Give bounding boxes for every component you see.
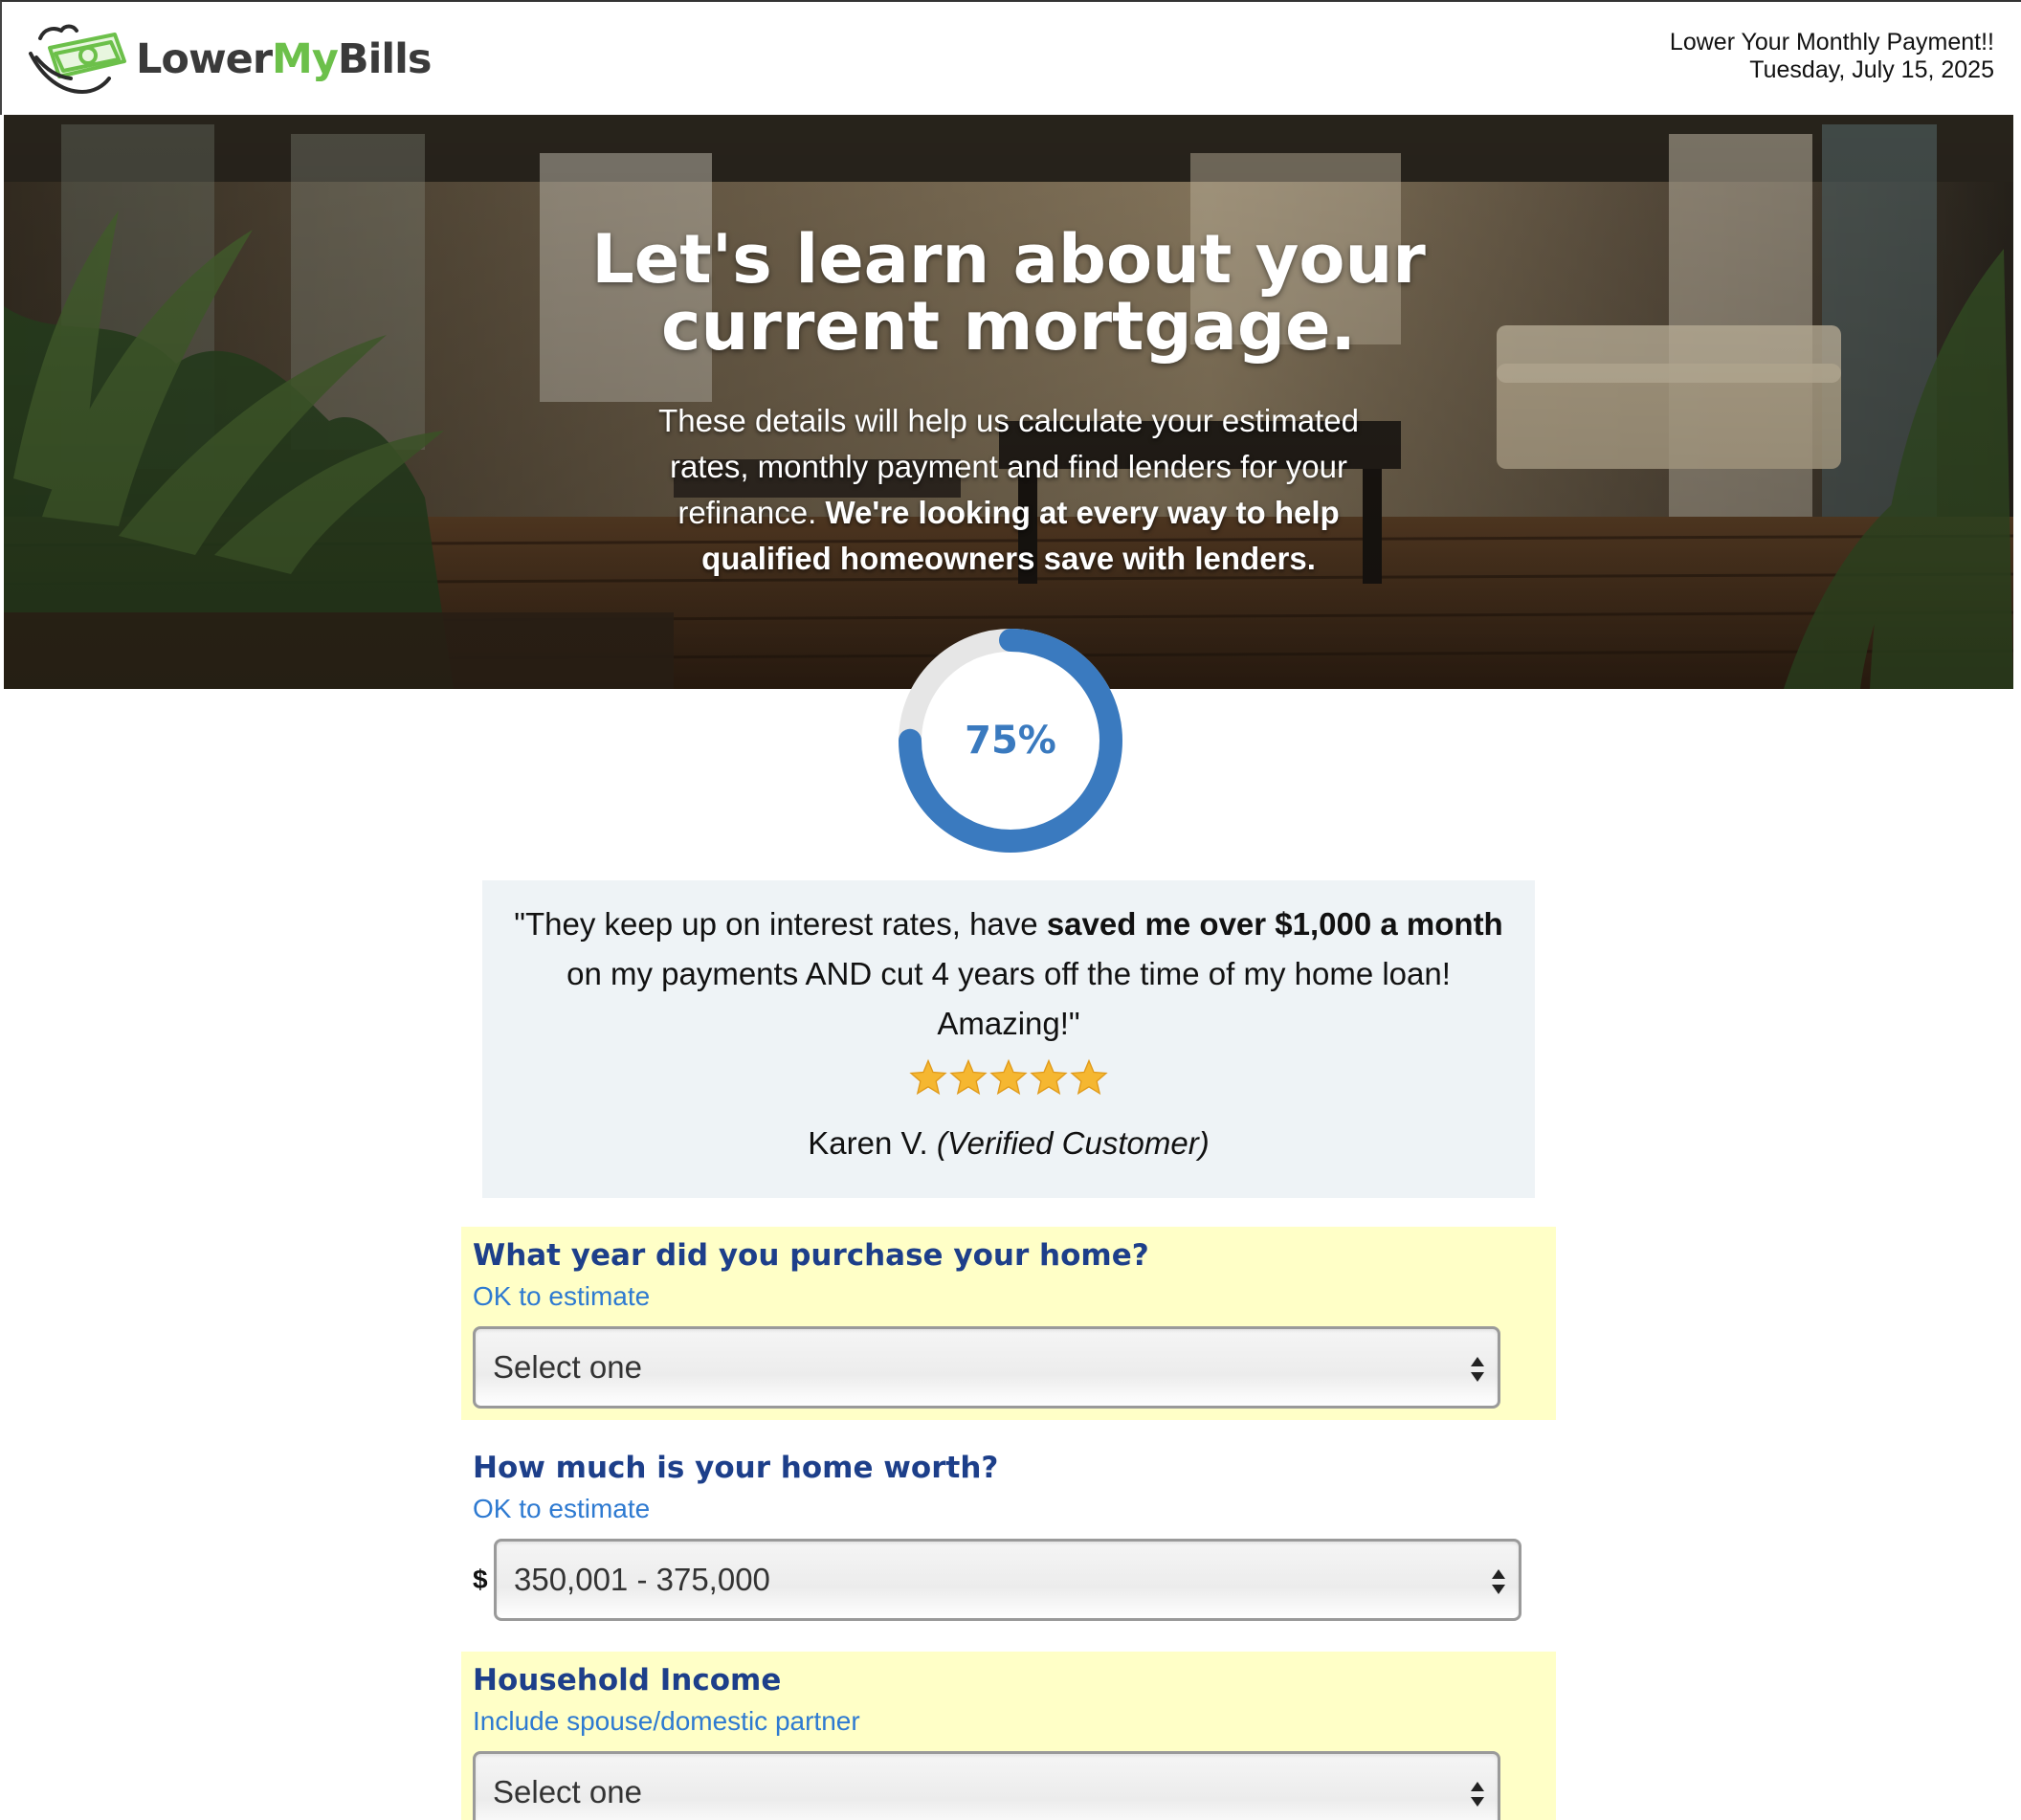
star-icon	[989, 1058, 1028, 1096]
hero-banner: Let's learn about your current mortgage.…	[4, 115, 2013, 689]
household-income-select[interactable]: Select one	[473, 1751, 1500, 1820]
quote-open: "They keep up on interest rates, have	[514, 906, 1038, 942]
hero-content: Let's learn about your current mortgage.…	[4, 115, 2013, 689]
logo[interactable]: LowerMyBills	[23, 19, 433, 100]
star-icon	[1070, 1058, 1108, 1096]
header-tagline: Lower Your Monthly Payment!!	[1669, 29, 1994, 55]
progress-ring: 75%	[898, 628, 1123, 854]
purchase-year-select[interactable]: Select one	[473, 1326, 1500, 1409]
reviewer-name: Karen V.	[808, 1125, 928, 1161]
question-hint: OK to estimate	[473, 1281, 651, 1311]
progress-percent: 75%	[965, 719, 1056, 763]
logo-text-bills: Bills	[337, 35, 433, 83]
question-purchase-year: What year did you purchase your home? OK…	[461, 1227, 1556, 1420]
page: LowerMyBills Lower Your Monthly Payment!…	[0, 0, 2021, 1820]
testimonial-quote: "They keep up on interest rates, have sa…	[501, 899, 1516, 1049]
home-worth-select[interactable]: 350,001 - 375,000	[494, 1539, 1521, 1621]
reviewer-verified: (Verified Customer)	[936, 1125, 1210, 1161]
star-icon	[909, 1058, 947, 1096]
select-value: Select one	[493, 1349, 642, 1385]
question-home-worth: How much is your home worth? OK to estim…	[461, 1439, 1556, 1632]
header-date: Tuesday, July 15, 2025	[1749, 56, 1994, 83]
reviewer: Karen V. (Verified Customer)	[501, 1125, 1516, 1162]
select-value: Select one	[493, 1774, 642, 1809]
select-arrows-icon	[1492, 1569, 1505, 1594]
question-household-income: Household Income Include spouse/domestic…	[461, 1652, 1556, 1820]
select-arrows-icon	[1471, 1782, 1484, 1807]
money-hand-icon	[29, 24, 126, 94]
select-value: 350,001 - 375,000	[514, 1562, 770, 1597]
question-label: How much is your home worth?	[473, 1451, 999, 1485]
question-label: Household Income	[473, 1663, 782, 1698]
testimonial-card: "They keep up on interest rates, have sa…	[482, 880, 1535, 1198]
question-label: What year did you purchase your home?	[473, 1238, 1149, 1273]
hero-title: Let's learn about your current mortgage.	[4, 226, 2013, 360]
quote-bold: saved me over $1,000 a month	[1046, 906, 1503, 942]
currency-symbol: $	[473, 1565, 488, 1594]
star-icon	[949, 1058, 988, 1096]
site-header: LowerMyBills Lower Your Monthly Payment!…	[0, 0, 2021, 115]
question-hint: OK to estimate	[473, 1494, 651, 1523]
logo-text-my: My	[272, 35, 339, 83]
hero-title-line2: current mortgage.	[660, 287, 1357, 366]
header-info: Lower Your Monthly Payment!! Tuesday, Ju…	[1670, 29, 1994, 84]
star-icon	[1030, 1058, 1068, 1096]
logo-text: LowerMyBills	[136, 35, 433, 83]
logo-text-lower: Lower	[136, 35, 273, 83]
star-rating	[501, 1058, 1516, 1100]
question-hint: Include spouse/domestic partner	[473, 1706, 860, 1736]
hero-title-line1: Let's learn about your	[591, 220, 1426, 299]
home-worth-row: $ 350,001 - 375,000	[473, 1539, 1544, 1621]
select-arrows-icon	[1471, 1357, 1484, 1382]
hero-subtitle: These details will help us calculate you…	[616, 398, 1401, 582]
quote-close: on my payments AND cut 4 years off the t…	[566, 956, 1451, 1041]
